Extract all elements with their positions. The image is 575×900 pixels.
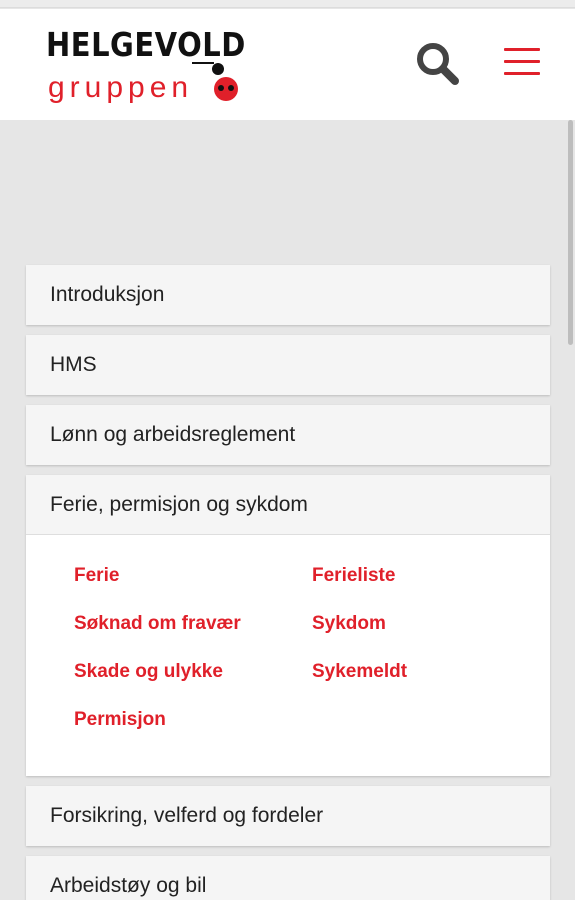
- accordion-label: Ferie, permisjon og sykdom: [50, 493, 308, 516]
- accordion-label: HMS: [50, 353, 97, 376]
- link-sykemeldt[interactable]: Sykemeldt: [312, 661, 407, 683]
- link-permisjon[interactable]: Permisjon: [74, 709, 166, 731]
- hamburger-menu-icon: [504, 72, 540, 75]
- link-ferie[interactable]: Ferie: [74, 565, 119, 587]
- accordion-arbeidstoy[interactable]: Arbeidstøy og bil: [26, 856, 550, 900]
- accordion-header[interactable]: Ferie, permisjon og sykdom: [26, 475, 550, 535]
- hamburger-menu-icon: [504, 60, 540, 63]
- link-skade-og-ulykke[interactable]: Skade og ulykke: [74, 661, 223, 683]
- site-header: HELGEVOLD gruppen: [0, 9, 575, 120]
- accordion-label: Introduksjon: [50, 283, 165, 306]
- accordion-ferie-permisjon-sykdom: Ferie, permisjon og sykdom Ferie Ferieli…: [26, 475, 550, 776]
- top-edge: [0, 0, 575, 8]
- accordion-hms[interactable]: HMS: [26, 335, 550, 395]
- hamburger-menu-icon: [504, 48, 540, 51]
- link-ferieliste[interactable]: Ferieliste: [312, 565, 395, 587]
- scrollbar[interactable]: [568, 120, 573, 345]
- accordion-forsikring[interactable]: Forsikring, velferd og fordeler: [26, 786, 550, 846]
- accordion-label: Lønn og arbeidsreglement: [50, 423, 296, 446]
- link-soknad-om-fravaer[interactable]: Søknad om fravær: [74, 613, 241, 635]
- accordion-introduksjon[interactable]: Introduksjon: [26, 265, 550, 325]
- accordion-body: Ferie Ferieliste Søknad om fravær Sykdom…: [26, 535, 550, 776]
- search-button[interactable]: [413, 39, 461, 87]
- accordion-label: Arbeidstøy og bil: [50, 874, 207, 897]
- accordion-lonn[interactable]: Lønn og arbeidsreglement: [26, 405, 550, 465]
- plug-mascot-icon: [192, 62, 238, 101]
- helgevold-logo[interactable]: HELGEVOLD gruppen: [46, 25, 246, 109]
- menu-button[interactable]: [500, 45, 544, 79]
- search-icon: [417, 43, 459, 85]
- link-sykdom[interactable]: Sykdom: [312, 613, 386, 635]
- logo-subtitle: gruppen: [48, 71, 194, 104]
- accordion-label: Forsikring, velferd og fordeler: [50, 804, 324, 827]
